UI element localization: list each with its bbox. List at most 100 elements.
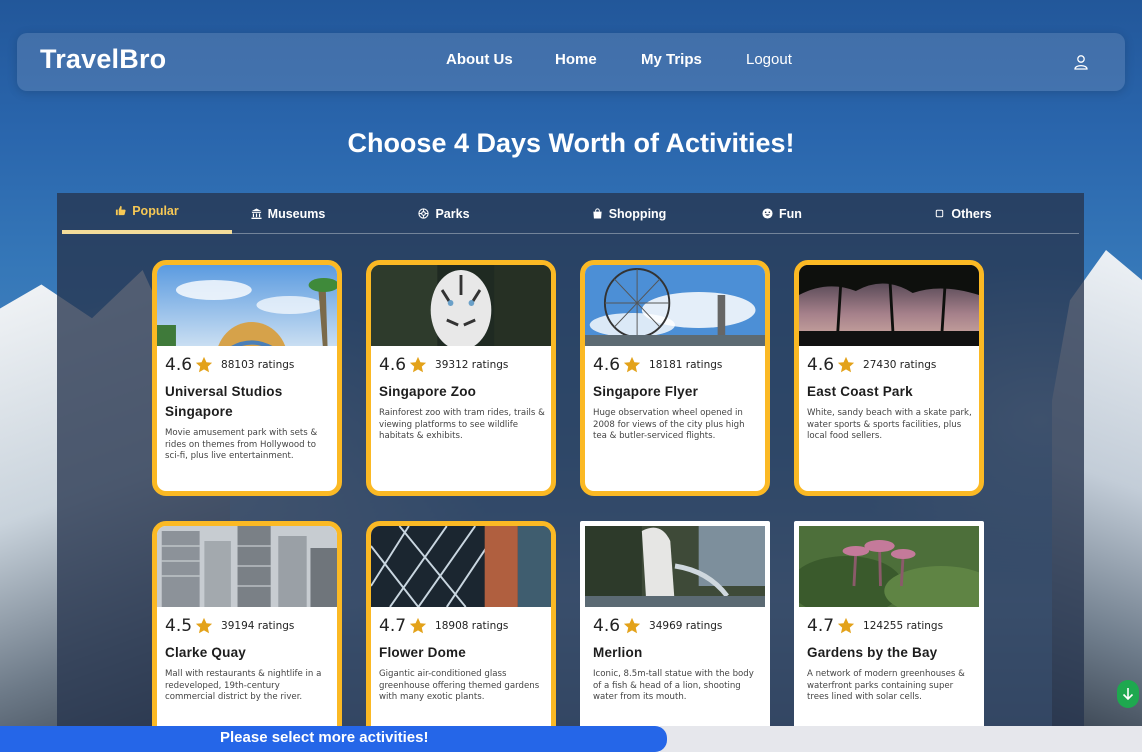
activity-image	[371, 526, 551, 607]
star-icon	[623, 617, 641, 634]
rating-value: 4.5	[165, 616, 193, 636]
activity-card-merlion[interactable]: 4.6 34969 ratings Merlion Iconic, 8.5m-t…	[580, 521, 770, 752]
activity-description: Gigantic air-conditioned glass greenhous…	[379, 669, 540, 703]
activity-title: Singapore Zoo	[379, 384, 477, 399]
ratings-count: 88103 ratings	[221, 359, 295, 371]
activity-image	[585, 526, 765, 607]
star-icon	[623, 356, 641, 373]
activity-description: Huge observation wheel opened in 2008 fo…	[593, 408, 745, 442]
ratings-count: 18908 ratings	[435, 620, 509, 632]
activity-card-singapore-zoo[interactable]: 4.6 39312 ratings Singapore Zoo Rainfore…	[366, 260, 556, 496]
card-body: 4.6 18181 ratings Singapore Flyer Huge o…	[593, 354, 759, 443]
tab-fun[interactable]: Fun	[697, 193, 867, 234]
category-tabs: Popular Museums Parks Shopping Fun Other…	[62, 193, 1079, 234]
star-icon	[837, 617, 855, 634]
square-icon	[936, 209, 944, 218]
tab-label: Museums	[267, 206, 326, 221]
activity-card-flower-dome[interactable]: 4.7 18908 ratings Flower Dome Gigantic a…	[366, 521, 556, 752]
banner-track	[660, 726, 1142, 752]
nav-home[interactable]: Home	[555, 51, 597, 68]
star-icon	[195, 356, 213, 373]
activity-image	[157, 265, 337, 346]
page-title: Choose 4 Days Worth of Activities!	[347, 128, 795, 158]
rating-value: 4.7	[379, 616, 407, 636]
ratings-count: 39312 ratings	[435, 359, 509, 371]
card-body: 4.7 18908 ratings Flower Dome Gigantic a…	[379, 615, 545, 704]
rating-line: 4.7 124255 ratings	[807, 615, 973, 637]
rating-line: 4.6 18181 ratings	[593, 354, 759, 376]
activity-title: Flower Dome	[379, 645, 466, 660]
shopping-bag-icon	[593, 208, 602, 219]
scroll-down-button[interactable]	[1117, 680, 1139, 708]
thumbs-up-icon	[116, 205, 126, 216]
star-icon	[409, 356, 427, 373]
activity-title: Universal Studios Singapore	[165, 384, 283, 419]
ratings-count: 27430 ratings	[863, 359, 937, 371]
activity-description: Iconic, 8.5m-tall statue with the body o…	[593, 669, 754, 703]
tab-label: Parks	[435, 206, 470, 221]
nav-logout[interactable]: Logout	[746, 51, 792, 68]
ratings-count: 124255 ratings	[863, 620, 944, 632]
activity-image	[157, 526, 337, 607]
card-body: 4.6 88103 ratings Universal Studios Sing…	[165, 354, 331, 463]
card-body: 4.7 124255 ratings Gardens by the Bay A …	[807, 615, 973, 704]
user-icon[interactable]	[1073, 54, 1089, 70]
tab-label: Fun	[779, 206, 802, 221]
activity-description: White, sandy beach with a skate park, wa…	[807, 408, 972, 442]
tab-museums[interactable]: Museums	[203, 193, 373, 234]
rating-value: 4.6	[165, 355, 193, 375]
activity-card-singapore-flyer[interactable]: 4.6 18181 ratings Singapore Flyer Huge o…	[580, 260, 770, 496]
activity-image	[585, 265, 765, 346]
activity-card-gardens-by-the-bay[interactable]: 4.7 124255 ratings Gardens by the Bay A …	[794, 521, 984, 752]
activity-description: Rainforest zoo with tram rides, trails &…	[379, 408, 545, 442]
activity-title: Clarke Quay	[165, 645, 246, 660]
smiley-icon	[762, 208, 773, 219]
park-icon	[418, 208, 430, 219]
rating-line: 4.6 39312 ratings	[379, 354, 545, 376]
activity-card-clarke-quay[interactable]: 4.5 39194 ratings Clarke Quay Mall with …	[152, 521, 342, 752]
activity-title: Merlion	[593, 645, 643, 660]
brand-logo[interactable]: TravelBro	[40, 44, 166, 75]
nav-about-us[interactable]: About Us	[446, 51, 513, 68]
banner-message: Please select more activities!	[220, 729, 429, 746]
star-icon	[409, 617, 427, 634]
activity-description: A network of modern greenhouses & waterf…	[807, 669, 965, 703]
rating-value: 4.6	[593, 616, 621, 636]
tab-others[interactable]: Others	[878, 193, 1048, 234]
activity-image	[799, 526, 979, 607]
tab-parks[interactable]: Parks	[359, 193, 529, 234]
ratings-count: 18181 ratings	[649, 359, 723, 371]
tab-label: Shopping	[608, 206, 667, 221]
activity-image	[371, 265, 551, 346]
star-icon	[837, 356, 855, 373]
activity-title: Gardens by the Bay	[807, 645, 938, 660]
rating-line: 4.6 88103 ratings	[165, 354, 331, 376]
card-body: 4.6 27430 ratings East Coast Park White,…	[807, 354, 973, 443]
rating-line: 4.6 34969 ratings	[593, 615, 759, 637]
activity-title: Singapore Flyer	[593, 384, 699, 399]
arrow-down-icon	[1122, 688, 1134, 701]
tab-label: Others	[951, 206, 992, 221]
rating-line: 4.6 27430 ratings	[807, 354, 973, 376]
activity-title: East Coast Park	[807, 384, 913, 399]
navbar: TravelBro About Us Home My Trips Logout	[17, 33, 1125, 91]
ratings-count: 39194 ratings	[221, 620, 295, 632]
rating-value: 4.7	[807, 616, 835, 636]
nav-my-trips[interactable]: My Trips	[641, 51, 702, 68]
card-body: 4.6 34969 ratings Merlion Iconic, 8.5m-t…	[593, 615, 759, 704]
activity-description: Movie amusement park with sets & rides o…	[165, 428, 318, 462]
museum-icon	[251, 208, 262, 219]
rating-value: 4.6	[593, 355, 621, 375]
tab-shopping[interactable]: Shopping	[544, 193, 714, 234]
activity-image	[799, 265, 979, 346]
activity-description: Mall with restaurants & nightlife in a r…	[165, 669, 322, 703]
rating-line: 4.7 18908 ratings	[379, 615, 545, 637]
tab-label: Popular	[132, 203, 179, 218]
rating-value: 4.6	[379, 355, 407, 375]
card-body: 4.6 39312 ratings Singapore Zoo Rainfore…	[379, 354, 545, 443]
activity-card-east-coast-park[interactable]: 4.6 27430 ratings East Coast Park White,…	[794, 260, 984, 496]
ratings-count: 34969 ratings	[649, 620, 723, 632]
activity-card-universal-studios[interactable]: 4.6 88103 ratings Universal Studios Sing…	[152, 260, 342, 496]
rating-value: 4.6	[807, 355, 835, 375]
star-icon	[195, 617, 213, 634]
